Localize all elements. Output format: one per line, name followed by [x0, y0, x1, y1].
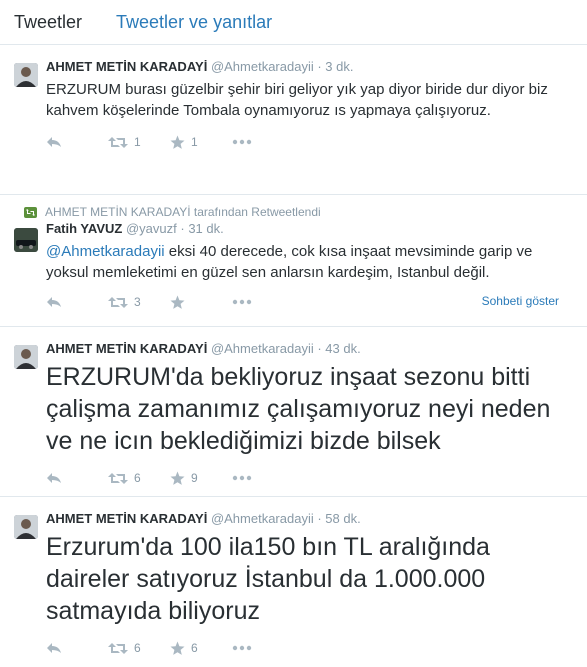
reply-icon: [47, 297, 61, 307]
retweet-icon: [108, 642, 128, 654]
tweet-header: Fatih YAVUZ @yavuzf · 31 dk.: [46, 221, 573, 237]
star-icon: [170, 135, 185, 149]
author-name[interactable]: AHMET METİN KARADAYİ: [46, 511, 207, 526]
more-dots-icon: [232, 139, 252, 145]
tab-tweets-and-replies[interactable]: Tweetler ve yanıtlar: [116, 12, 272, 33]
retweet-icon: [108, 296, 128, 308]
more-dots-icon: [232, 299, 252, 305]
author-name[interactable]: Fatih YAVUZ: [46, 221, 122, 236]
retweet-button[interactable]: 1: [108, 135, 170, 149]
more-button[interactable]: [232, 299, 256, 305]
reply-icon: [47, 137, 61, 147]
show-conversation-link[interactable]: Sohbeti göster: [482, 294, 559, 308]
more-button[interactable]: [232, 645, 256, 651]
retweet-count: 6: [134, 471, 141, 485]
author-name[interactable]: AHMET METİN KARADAYİ: [46, 341, 207, 356]
tweet-timestamp[interactable]: · 31 dk.: [180, 221, 223, 236]
tweet-text: @Ahmetkaradayii eksi 40 derecede, cok kı…: [46, 241, 573, 283]
favorite-button[interactable]: 6: [170, 641, 232, 656]
more-dots-icon: [232, 475, 252, 481]
author-name[interactable]: AHMET METİN KARADAYİ: [46, 59, 207, 74]
reply-button[interactable]: [46, 136, 108, 148]
tweet-header: AHMET METİN KARADAYİ @Ahmetkaradayii · 5…: [46, 511, 573, 527]
author-username[interactable]: @Ahmetkaradayii: [211, 511, 314, 526]
retweet-count: 6: [134, 641, 141, 655]
retweet-button[interactable]: 6: [108, 641, 170, 655]
favorite-button[interactable]: 9: [170, 471, 232, 486]
tweet-header: AHMET METİN KARADAYİ @Ahmetkaradayii · 4…: [46, 341, 573, 357]
tweet-timestamp[interactable]: · 3 dk.: [317, 59, 353, 74]
tweet[interactable]: AHMET METİN KARADAYİ @Ahmetkaradayii · 4…: [0, 327, 587, 497]
author-username[interactable]: @Ahmetkaradayii: [211, 59, 314, 74]
avatar[interactable]: [14, 515, 38, 539]
tweet[interactable]: AHMET METİN KARADAYİ tarafından Retweetl…: [0, 195, 587, 327]
star-icon: [170, 295, 185, 309]
avatar[interactable]: [14, 228, 38, 252]
retweet-context-text[interactable]: AHMET METİN KARADAYİ tarafından Retweetl…: [45, 205, 321, 219]
mention-link[interactable]: @Ahmetkaradayii: [46, 243, 165, 260]
tweet-actions: 6 9: [46, 463, 573, 493]
favorite-button[interactable]: 1: [170, 135, 232, 150]
tweet-header: AHMET METİN KARADAYİ @Ahmetkaradayii · 3…: [46, 59, 573, 75]
retweet-count: 1: [134, 135, 141, 149]
tweet-text: ERZURUM burası güzelbir şehir biri geliy…: [46, 81, 548, 119]
avatar[interactable]: [14, 345, 38, 369]
tweet[interactable]: AHMET METİN KARADAYİ @Ahmetkaradayii · 5…: [0, 497, 587, 667]
retweet-icon: [108, 136, 128, 148]
tweet-timestamp[interactable]: · 43 dk.: [317, 341, 360, 356]
tweet-actions: 6 6: [46, 633, 573, 663]
star-icon: [170, 471, 185, 485]
favorite-button[interactable]: [170, 295, 232, 310]
tab-tweets[interactable]: Tweetler: [14, 12, 82, 33]
reply-icon: [47, 473, 61, 483]
reply-icon: [47, 643, 61, 653]
avatar[interactable]: [14, 63, 38, 87]
more-button[interactable]: [232, 139, 256, 145]
profile-tabs: Tweetler Tweetler ve yanıtlar: [0, 0, 587, 45]
more-dots-icon: [232, 645, 252, 651]
favorite-count: 9: [191, 471, 198, 485]
retweet-icon: [108, 472, 128, 484]
tweet[interactable]: AHMET METİN KARADAYİ @Ahmetkaradayii · 3…: [0, 45, 587, 195]
retweeted-icon: [24, 206, 37, 218]
tweet-text: Erzurum'da 100 ila150 bın TL aralığında …: [46, 533, 490, 625]
tweet-text: ERZURUM'da bekliyoruz inşaat sezonu bitt…: [46, 363, 551, 455]
author-username[interactable]: @yavuzf: [126, 221, 177, 236]
author-username[interactable]: @Ahmetkaradayii: [211, 341, 314, 356]
favorite-count: 1: [191, 135, 198, 149]
reply-button[interactable]: [46, 472, 108, 484]
reply-button[interactable]: [46, 296, 108, 308]
favorite-count: 6: [191, 641, 198, 655]
retweet-button[interactable]: 3: [108, 295, 170, 309]
more-button[interactable]: [232, 475, 256, 481]
retweet-button[interactable]: 6: [108, 471, 170, 485]
retweet-count: 3: [134, 295, 141, 309]
reply-button[interactable]: [46, 642, 108, 654]
tweet-actions: 1 1: [46, 127, 573, 157]
star-icon: [170, 641, 185, 655]
retweet-context: AHMET METİN KARADAYİ tarafından Retweetl…: [24, 205, 573, 219]
tweet-timestamp[interactable]: · 58 dk.: [317, 511, 360, 526]
tweet-actions: 3 Sohbeti göster: [46, 287, 573, 317]
